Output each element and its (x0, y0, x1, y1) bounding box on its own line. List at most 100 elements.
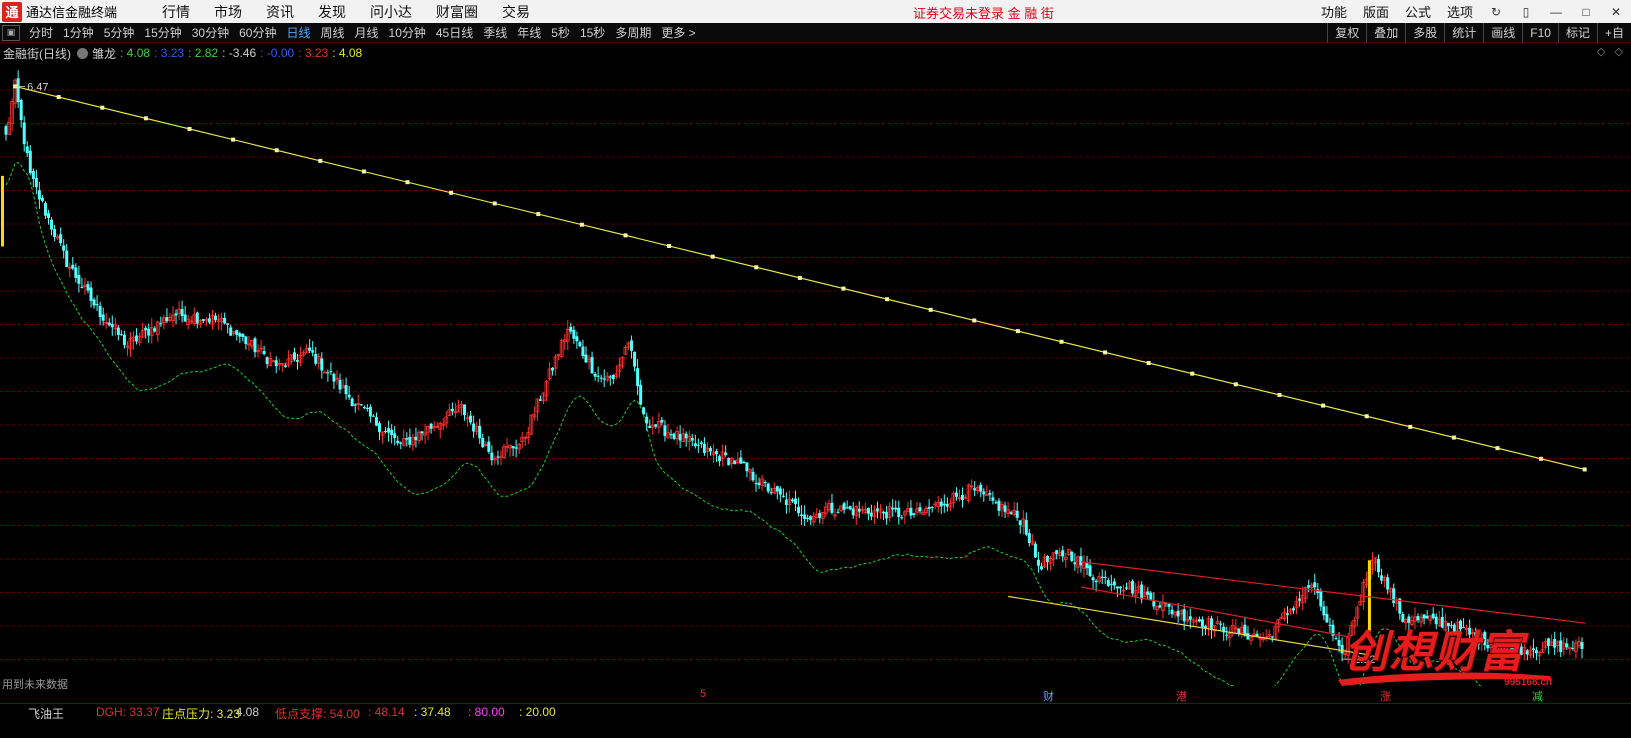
candle-body (31, 170, 35, 179)
menu-item[interactable]: 发现 (306, 2, 358, 22)
period-tab[interactable]: 周线 (315, 24, 349, 41)
candle-body (1246, 633, 1250, 640)
trendline-dot (710, 254, 715, 259)
candle-body (119, 334, 123, 336)
tablet-icon[interactable]: ▯ (1511, 0, 1541, 23)
period-tab[interactable]: 5分钟 (99, 24, 140, 41)
trendline-dot (579, 222, 584, 227)
period-tab[interactable]: 多周期 (610, 24, 656, 41)
gear-icon[interactable] (77, 47, 88, 59)
price-chart[interactable]: 6.472.82 (0, 62, 1631, 686)
menu-item[interactable]: 问小达 (358, 2, 424, 22)
candle-body (751, 472, 755, 481)
candle-body (897, 507, 901, 517)
chart-tool-button[interactable]: 复权 (1327, 23, 1366, 43)
right-menu-items: 功能 版面 公式 选项 (1313, 2, 1481, 21)
right-menu-item[interactable]: 功能 (1313, 2, 1355, 21)
trendline-dot (1321, 403, 1326, 408)
chart-tool-button[interactable]: 多股 (1405, 23, 1444, 43)
chart-tool-button[interactable]: 统计 (1444, 23, 1483, 43)
candle-body (1565, 643, 1569, 648)
candle-body (803, 514, 807, 519)
period-tab[interactable]: 15分钟 (139, 24, 186, 41)
maximize-icon[interactable]: □ (1571, 0, 1601, 23)
candle-body (65, 250, 69, 268)
sub-indicator-value: : 4.08 (229, 705, 260, 719)
right-menu-item[interactable]: 版面 (1355, 2, 1397, 21)
indicator-value: : 3.23 (154, 46, 185, 60)
trendline-dot (1451, 435, 1456, 440)
menu-item[interactable]: 资讯 (254, 2, 306, 22)
period-tab[interactable]: 10分钟 (384, 24, 431, 41)
candle-body (842, 503, 846, 510)
candle-body (593, 373, 597, 377)
period-tab[interactable]: 月线 (350, 24, 384, 41)
menu-item[interactable]: 交易 (490, 2, 542, 22)
candle-body (876, 508, 880, 512)
menu-item[interactable]: 行情 (150, 2, 202, 22)
indicator-values: : 4.08: 3.23: 2.82: -3.46: -0.00: 3.23: … (120, 46, 366, 60)
trendline-dot (143, 116, 148, 121)
period-tab[interactable]: 1分钟 (58, 24, 99, 41)
candle-body (979, 484, 983, 492)
candle-body (496, 456, 500, 458)
minimize-icon[interactable]: — (1541, 0, 1571, 23)
chart-tool-button[interactable]: 画线 (1483, 23, 1522, 43)
menu-item[interactable]: 财富圈 (424, 2, 490, 22)
candle-body (1313, 582, 1317, 588)
stock-label: 金融街(日线) (3, 46, 71, 61)
layout-toggle-icon[interactable]: ▣ (2, 24, 20, 41)
refresh-icon[interactable]: ↻ (1481, 0, 1511, 23)
period-tab[interactable]: 年线 (512, 24, 546, 41)
trendline-dot (1146, 361, 1151, 366)
candle-body (757, 482, 761, 485)
chart-tool-button[interactable]: +自 (1596, 23, 1631, 43)
watermark-url: 995168.cn (1504, 677, 1552, 688)
trendline-dot (797, 275, 802, 280)
candle-body (1298, 598, 1302, 601)
candle-body (86, 284, 90, 291)
period-tab[interactable]: 45日线 (431, 24, 478, 41)
trendline-dot (841, 286, 846, 291)
period-tab[interactable]: 15秒 (575, 24, 610, 41)
candle-body (238, 333, 242, 337)
period-tab[interactable]: 60分钟 (234, 24, 281, 41)
candle-body (235, 330, 239, 335)
trendline-dot (492, 201, 497, 206)
chart-tool-button[interactable]: 叠加 (1366, 23, 1405, 43)
candle-body (1559, 640, 1563, 652)
period-tab[interactable]: 更多 > (656, 24, 700, 41)
candle-body (945, 503, 949, 507)
menu-item[interactable]: 市场 (202, 2, 254, 22)
candle-body (1015, 510, 1019, 518)
right-menu-item[interactable]: 选项 (1439, 2, 1481, 21)
right-menu-item[interactable]: 公式 (1397, 2, 1439, 21)
candle-body (927, 506, 931, 509)
candle-body (608, 376, 612, 378)
candle-body (991, 497, 995, 501)
indicator-value: : -3.46 (222, 46, 257, 60)
candle-body (463, 404, 467, 416)
candle-body (1319, 590, 1323, 607)
candle-body (790, 499, 794, 502)
chart-tool-button[interactable]: 标记 (1557, 23, 1597, 43)
candle-body (1292, 608, 1296, 611)
period-tab[interactable]: 日线 (281, 24, 315, 41)
period-tab[interactable]: 30分钟 (187, 24, 234, 41)
indicator-name[interactable]: 雏龙 (92, 45, 116, 62)
close-icon[interactable]: ✕ (1601, 0, 1631, 23)
trendline-dot (1408, 424, 1413, 429)
login-status[interactable]: 证券交易未登录 金 融 街 (913, 3, 1054, 22)
period-tab[interactable]: 季线 (478, 24, 512, 41)
candle-body (405, 438, 409, 440)
candle-body (1322, 606, 1326, 616)
candle-body (797, 506, 801, 514)
candle-body (1088, 565, 1092, 577)
period-tab[interactable]: 5秒 (546, 24, 575, 41)
chart-tool-button[interactable]: F10 (1522, 23, 1558, 43)
candle-body (274, 360, 278, 367)
candle-body (596, 375, 600, 377)
candle-body (642, 407, 646, 415)
candle-body (630, 340, 634, 351)
period-tab[interactable]: 分时 (24, 24, 58, 41)
